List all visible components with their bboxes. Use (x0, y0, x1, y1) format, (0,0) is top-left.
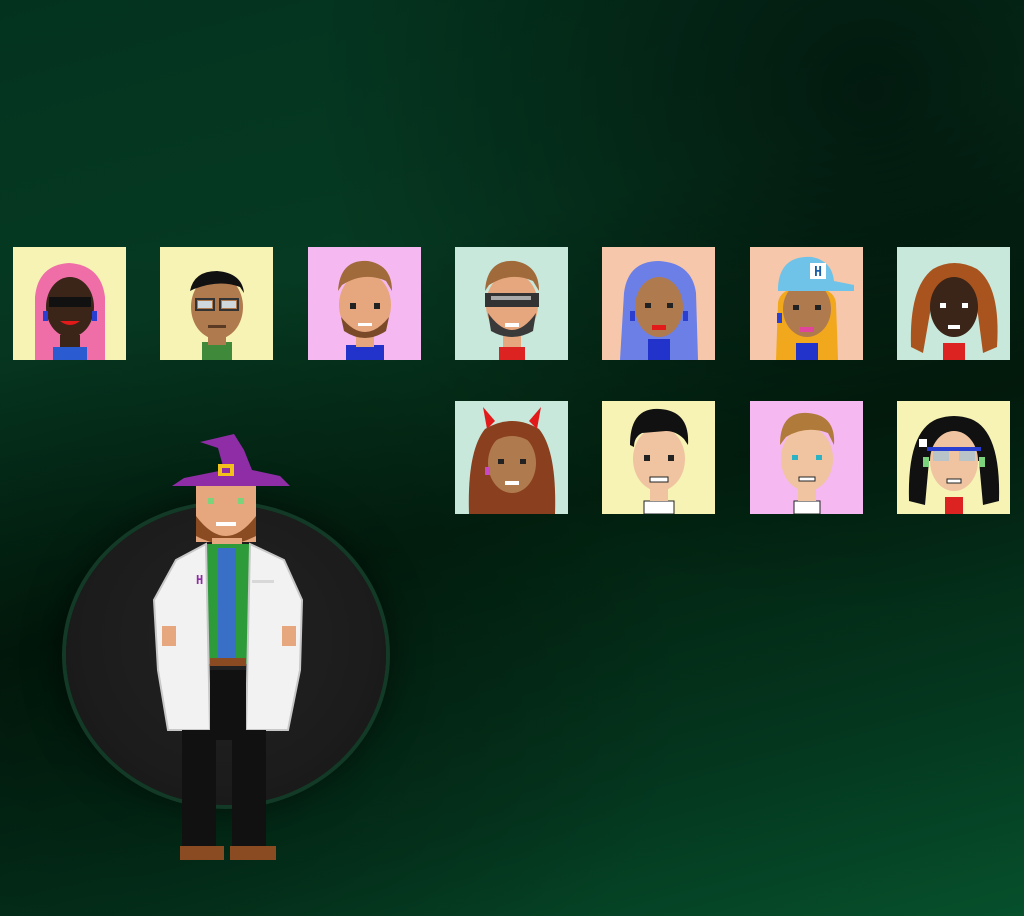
avatar-tile-bearded-man[interactable] (308, 247, 421, 360)
wizard-hat (172, 434, 290, 486)
avatar-tile-blue-hair[interactable] (602, 247, 715, 360)
coat-badge-letter: H (196, 573, 203, 587)
avatar-blue-hair-woman (602, 247, 715, 360)
avatar-visor-man (455, 247, 568, 360)
avatar-tile-pink-hair[interactable] (13, 247, 126, 360)
avatar-devil-horns-woman (455, 401, 568, 514)
avatar-black-hair-man (602, 401, 715, 514)
avatar-tile-curly-hair[interactable] (897, 247, 1010, 360)
avatar-glasses-man (160, 247, 273, 360)
avatar-tile-cap-woman[interactable]: H (750, 247, 863, 360)
avatar-cap-woman: H (750, 247, 863, 360)
avatar-tile-devil-horns[interactable] (455, 401, 568, 514)
wizard-scientist-sprite: H (152, 434, 304, 860)
avatar-bearded-man (308, 247, 421, 360)
avatar-tile-glasses-man[interactable] (160, 247, 273, 360)
avatar-curly-hair-woman (897, 247, 1010, 360)
avatar-spiky-hair-man (750, 401, 863, 514)
avatar-tile-black-hair-man[interactable] (602, 401, 715, 514)
avatar-tile-spiky-hair-man[interactable] (750, 401, 863, 514)
avatar-vr-glasses-woman (897, 401, 1010, 514)
selected-character-wizard-scientist[interactable]: H (140, 430, 320, 870)
avatar-tile-visor-man[interactable] (455, 247, 568, 360)
avatar-pink-hair-sunglasses (13, 247, 126, 360)
cap-badge-letter: H (814, 265, 822, 280)
avatar-tile-vr-glasses-woman[interactable] (897, 401, 1010, 514)
